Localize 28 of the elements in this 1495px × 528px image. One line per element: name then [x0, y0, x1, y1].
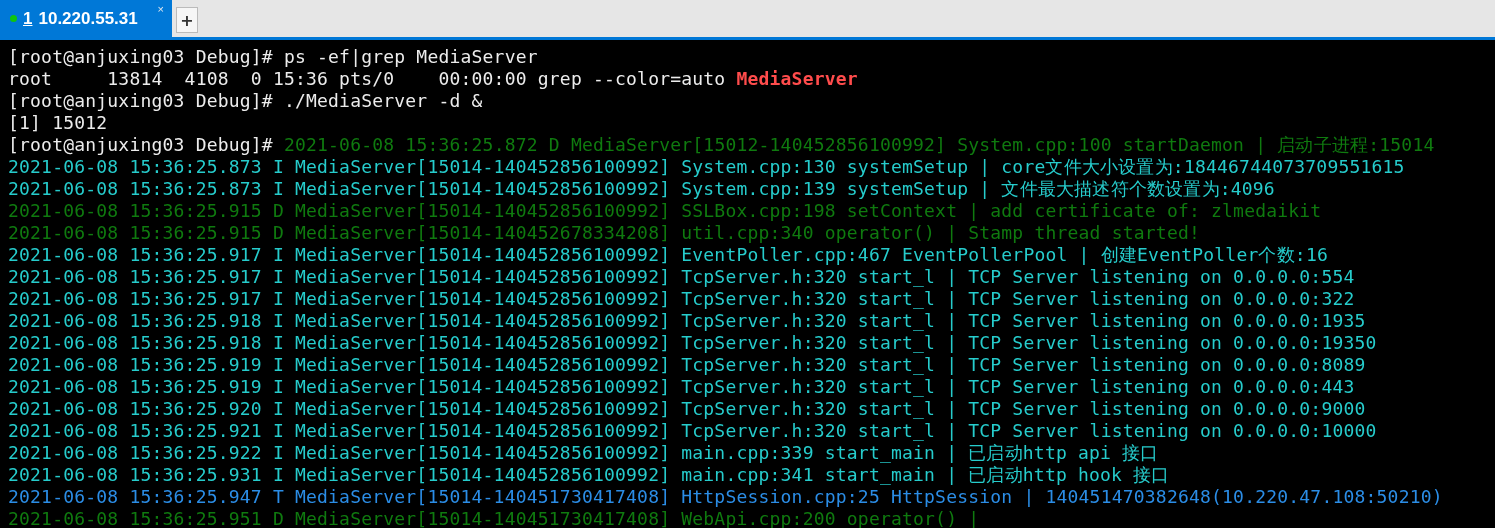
terminal-text: [1] 15012: [8, 112, 108, 133]
terminal-text: 2021-06-08 15:36:25.917 I MediaServer[15014-140452856100992] TcpServer.h:320 start_l | TCP Server listening on 0.0.0.0:554: [8, 266, 1355, 287]
terminal-text: 2021-06-08 15:36:25.873 I MediaServer[15014-140452856100992] System.cpp:130 systemSetup | core文件大小设置为:18446744073709551615: [8, 156, 1405, 177]
terminal-text: 2021-06-08 15:36:25.915 D MediaServer[15014-140452678334208] util.cpp:340 operator() | Stamp thread started!: [8, 222, 1200, 243]
terminal-text: 2021-06-08 15:36:25.922 I MediaServer[15014-140452856100992] main.cpp:339 start_main | 已启动http api 接口: [8, 442, 1159, 463]
terminal-text: MediaServer: [736, 68, 858, 89]
terminal-text: 2021-06-08 15:36:25.915 D MediaServer[15014-140452856100992] SSLBox.cpp:198 setContext | add certificate of: zlmedaikit: [8, 200, 1322, 221]
session-tab[interactable]: 1 10.220.55.31 ×: [0, 0, 172, 37]
terminal-text: 2021-06-08 15:36:25.918 I MediaServer[15014-140452856100992] TcpServer.h:320 start_l | TCP Server listening on 0.0.0.0:19350: [8, 332, 1377, 353]
terminal-text: [root@anjuxing03 Debug]# ps -ef|grep MediaServer: [8, 46, 538, 67]
terminal-text: 2021-06-08 15:36:25.919 I MediaServer[15014-140452856100992] TcpServer.h:320 start_l | TCP Server listening on 0.0.0.0:8089: [8, 354, 1366, 375]
terminal-text: 2021-06-08 15:36:25.947 T MediaServer[15014-140451730417408] HttpSession.cpp:25 HttpSession | 140451470382648(10.220.47.108:50210): [8, 486, 1443, 507]
terminal-text: [root@anjuxing03 Debug]# ./MediaServer -d &: [8, 90, 483, 111]
terminal-text: 2021-06-08 15:36:25.919 I MediaServer[15014-140452856100992] TcpServer.h:320 start_l | TCP Server listening on 0.0.0.0:443: [8, 376, 1355, 397]
terminal-text: 2021-06-08 15:36:25.917 I MediaServer[15014-140452856100992] EventPoller.cpp:467 EventPollerPool | 创建EventPoller个数:16: [8, 244, 1328, 265]
terminal-text: root 13814 4108 0 15:36 pts/0 00:00:00 grep --color=auto: [8, 68, 727, 89]
terminal-text: 2021-06-08 15:36:25.917 I MediaServer[15014-140452856100992] TcpServer.h:320 start_l | TCP Server listening on 0.0.0.0:322: [8, 288, 1355, 309]
terminal-text: [root@anjuxing03 Debug]#: [8, 134, 274, 155]
terminal-text: 2021-06-08 15:36:25.921 I MediaServer[15014-140452856100992] TcpServer.h:320 start_l | TCP Server listening on 0.0.0.0:10000: [8, 420, 1377, 441]
tab-number: 1: [23, 8, 33, 29]
terminal-text: 2021-06-08 15:36:25.872 D MediaServer[15012-140452856100992] System.cpp:100 startDaemon | 启动子进程:15014: [283, 134, 1435, 155]
terminal-text: 2021-06-08 15:36:25.873 I MediaServer[15014-140452856100992] System.cpp:139 systemSetup | 文件最大描述符个数设置为:4096: [8, 178, 1275, 199]
close-icon[interactable]: ×: [157, 3, 164, 15]
new-tab-button[interactable]: +: [176, 7, 198, 33]
terminal-text: 2021-06-08 15:36:25.918 I MediaServer[15014-140452856100992] TcpServer.h:320 start_l | TCP Server listening on 0.0.0.0:1935: [8, 310, 1366, 331]
terminal-text: 2021-06-08 15:36:25.920 I MediaServer[15014-140452856100992] TcpServer.h:320 start_l | TCP Server listening on 0.0.0.0:9000: [8, 398, 1366, 419]
terminal-text: 2021-06-08 15:36:25.931 I MediaServer[15014-140452856100992] main.cpp:341 start_main | 已启动http hook 接口: [8, 464, 1170, 485]
tab-title: 10.220.55.31: [38, 8, 138, 29]
